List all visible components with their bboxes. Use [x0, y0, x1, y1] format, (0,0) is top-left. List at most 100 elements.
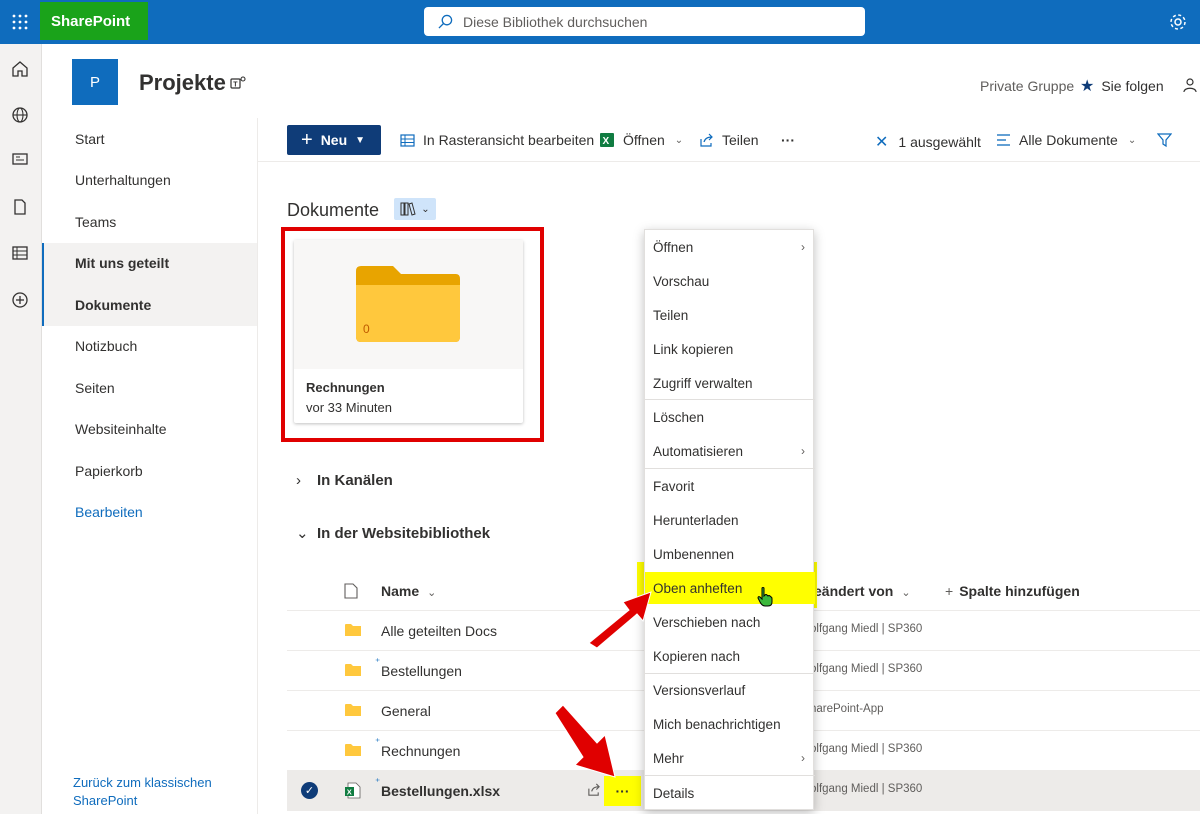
menu-item-verschieben-nach[interactable]: Verschieben nach	[645, 606, 815, 638]
nav-item-unterhaltungen[interactable]: Unterhaltungen	[42, 160, 257, 202]
card-name: Rechnungen	[306, 380, 385, 395]
menu-item-vorschau[interactable]: Vorschau	[645, 265, 815, 297]
section-site-library[interactable]: ⌄ In der Websitebibliothek	[296, 524, 491, 543]
new-button[interactable]: + Neu ▼	[287, 125, 381, 155]
row-name[interactable]: Alle geteilten Docs	[381, 623, 497, 639]
folder-icon	[356, 266, 460, 342]
folder-icon	[345, 744, 361, 756]
share-icon[interactable]	[587, 783, 601, 797]
library-icon	[400, 202, 416, 216]
menu-item-versionsverlauf[interactable]: Versionsverlauf	[645, 674, 815, 706]
menu-item-umbenennen[interactable]: Umbenennen	[645, 538, 815, 570]
menu-item-loeschen[interactable]: Löschen	[645, 401, 815, 433]
nav-divider	[257, 118, 258, 814]
chevron-right-icon: ›	[801, 751, 805, 765]
row-name[interactable]: General	[381, 703, 431, 719]
row-modified-by: olfgang Miedl | SP360	[810, 783, 923, 795]
follow-button[interactable]: ★ Sie folgen	[1080, 76, 1164, 96]
follow-label: Sie folgen	[1101, 78, 1164, 94]
site-title[interactable]: Projekte	[139, 70, 226, 96]
app-rail	[0, 44, 42, 814]
home-icon[interactable]	[9, 58, 31, 80]
view-switcher[interactable]: ⌄	[394, 198, 436, 220]
menu-item-herunterladen[interactable]: Herunterladen	[645, 504, 815, 536]
site-navigation: Start Unterhaltungen Teams Mit uns getei…	[42, 118, 257, 533]
teams-icon[interactable]: T	[230, 75, 246, 91]
section-channels-label: In Kanälen	[317, 472, 393, 489]
library-title: Dokumente	[287, 200, 380, 220]
excel-icon: X	[600, 133, 614, 147]
menu-item-automatisieren[interactable]: Automatisieren ›	[645, 435, 815, 467]
file-type-icon	[344, 583, 358, 599]
row-name[interactable]: Rechnungen	[381, 743, 460, 759]
filter-icon[interactable]	[1157, 133, 1172, 148]
nav-item-dokumente[interactable]: Dokumente	[42, 284, 257, 326]
menu-item-details[interactable]: Details	[645, 777, 815, 809]
chevron-right-icon: ›	[296, 472, 301, 489]
create-icon[interactable]	[9, 289, 31, 311]
menu-item-kopieren-nach[interactable]: Kopieren nach	[645, 640, 815, 672]
news-icon[interactable]	[9, 148, 31, 170]
menu-label: Öffnen	[653, 239, 694, 255]
section-channels[interactable]: › In Kanälen	[296, 472, 393, 489]
menu-label: Mehr	[653, 750, 684, 766]
more-commands-button[interactable]: ···	[781, 132, 795, 148]
menu-item-link-kopieren[interactable]: Link kopieren	[645, 333, 815, 365]
chevron-down-icon: ⌄	[1127, 134, 1137, 146]
nav-item-papierkorb[interactable]: Papierkorb	[42, 450, 257, 492]
menu-item-favorit[interactable]: Favorit	[645, 470, 815, 502]
section-site-library-label: In der Websitebibliothek	[317, 524, 491, 542]
nav-item-seiten[interactable]: Seiten	[42, 367, 257, 409]
row-name[interactable]: Bestellungen	[381, 663, 462, 679]
column-name-label: Name	[381, 583, 420, 599]
nav-item-teams[interactable]: Teams	[42, 201, 257, 243]
column-modified-by-label: eändert von	[814, 583, 894, 599]
file-icon[interactable]	[9, 196, 31, 218]
add-column-button[interactable]: + Spalte hinzufügen	[945, 583, 1080, 599]
menu-item-oben-anheften[interactable]: Oben anheften	[645, 572, 815, 604]
share-button[interactable]: Teilen	[699, 132, 759, 148]
column-header-modified-by[interactable]: eändert von ⌄	[814, 583, 911, 599]
nav-item-mit-uns-geteilt[interactable]: Mit uns geteilt	[42, 242, 257, 284]
svg-text:X: X	[347, 788, 352, 797]
clear-selection-button[interactable]: ✕ 1 ausgewählt	[875, 132, 981, 152]
view-selector[interactable]: Alle Dokumente ⌄	[996, 132, 1136, 148]
grid-edit-button[interactable]: In Rasteransicht bearbeiten	[400, 132, 594, 148]
members-icon[interactable]	[1182, 77, 1198, 93]
sharepoint-brand[interactable]: SharePoint	[40, 2, 148, 40]
suite-bar: SharePoint Diese Bibliothek durchsuchen	[0, 0, 1200, 44]
app-launcher-icon[interactable]	[0, 0, 40, 44]
search-icon	[438, 14, 453, 29]
globe-icon[interactable]	[9, 104, 31, 126]
pinned-folder-card[interactable]: 0 Rechnungen vor 33 Minuten	[294, 240, 523, 423]
folder-icon	[345, 664, 361, 676]
checkmark-icon[interactable]: ✓	[301, 782, 318, 799]
menu-item-mehr[interactable]: Mehr ›	[645, 742, 815, 774]
menu-item-mich-benachrichtigen[interactable]: Mich benachrichtigen	[645, 708, 815, 740]
nav-item-websiteinhalte[interactable]: Websiteinhalte	[42, 409, 257, 451]
column-header-name[interactable]: Name ⌄	[381, 583, 436, 599]
view-icon	[997, 134, 1010, 146]
site-logo[interactable]: P	[72, 59, 118, 105]
context-menu: Öffnen › Vorschau Teilen Link kopieren Zu…	[644, 229, 815, 810]
search-box[interactable]: Diese Bibliothek durchsuchen	[424, 7, 865, 36]
close-icon: ✕	[875, 134, 889, 151]
menu-item-teilen[interactable]: Teilen	[645, 299, 815, 331]
gear-icon[interactable]	[1166, 10, 1190, 34]
menu-item-zugriff-verwalten[interactable]: Zugriff verwalten	[645, 367, 815, 399]
list-icon[interactable]	[9, 242, 31, 264]
menu-item-oeffnen[interactable]: Öffnen ›	[645, 231, 815, 263]
chevron-down-icon: ⌄	[901, 587, 911, 599]
chevron-down-icon: ⌄	[296, 525, 309, 542]
chevron-down-icon: ▼	[355, 134, 366, 146]
back-to-classic-link[interactable]: Zurück zum klassischen SharePoint	[73, 774, 233, 810]
row-name[interactable]: Bestellungen.xlsx	[381, 783, 500, 799]
row-modified-by: olfgang Miedl | SP360	[810, 663, 923, 675]
nav-edit-link[interactable]: Bearbeiten	[42, 492, 257, 534]
nav-item-start[interactable]: Start	[42, 118, 257, 160]
nav-item-notizbuch[interactable]: Notizbuch	[42, 326, 257, 368]
row-modified-by: harePoint-App	[810, 703, 884, 715]
open-button[interactable]: X Öffnen ⌄	[599, 132, 683, 148]
group-type-label: Private Gruppe	[980, 78, 1075, 94]
card-time: vor 33 Minuten	[306, 400, 392, 415]
